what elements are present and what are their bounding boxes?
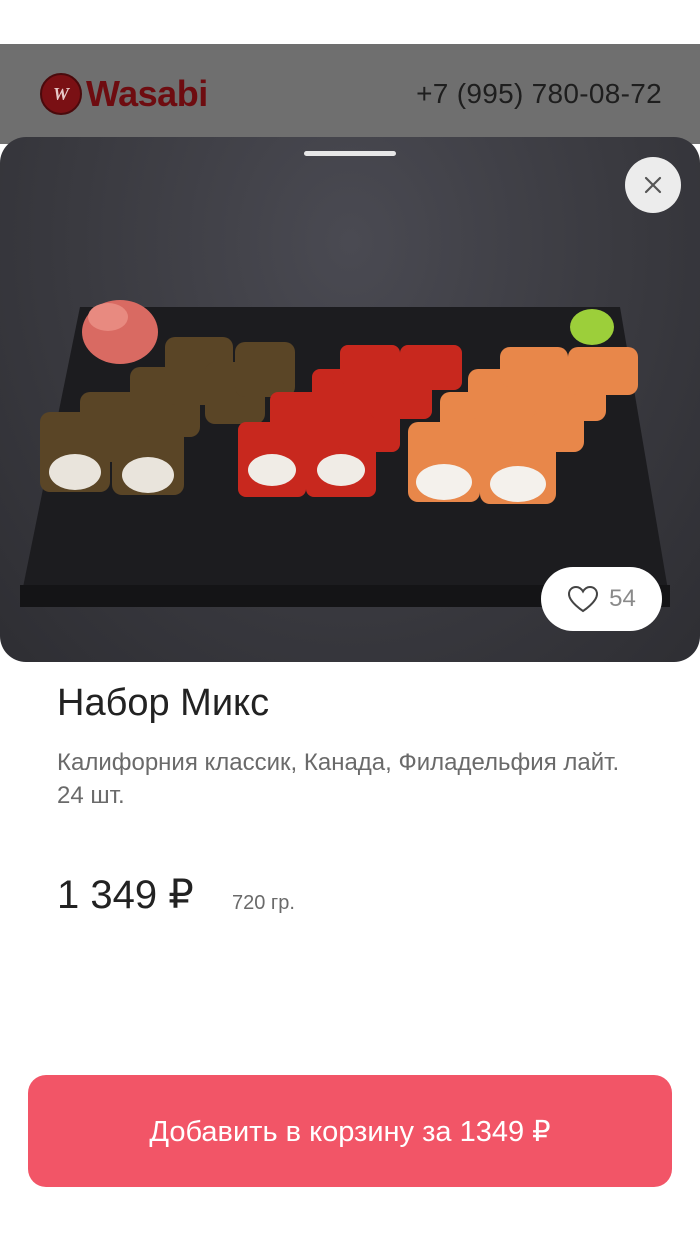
site-header: W Wasabi +7 (995) 780-08-72	[0, 44, 700, 144]
logo-badge-letter: W	[52, 83, 69, 104]
product-title: Набор Микс	[57, 682, 270, 724]
heart-icon	[568, 585, 599, 613]
close-button[interactable]	[625, 157, 681, 213]
sheet-grabber[interactable]	[304, 151, 396, 156]
like-count: 54	[609, 585, 636, 612]
like-button[interactable]: 54	[541, 567, 662, 631]
brand-logo[interactable]: W Wasabi	[40, 73, 208, 115]
close-icon	[644, 176, 662, 194]
logo-badge: W	[40, 73, 82, 115]
logo-text: Wasabi	[86, 73, 208, 114]
product-description: Калифорния классик, Канада, Филадельфия …	[57, 749, 620, 809]
product-price: 1 349 ₽	[57, 873, 194, 917]
status-bar	[0, 0, 700, 44]
product-photo: 54	[0, 137, 700, 662]
add-to-cart-button[interactable]: Добавить в корзину за 1349 ₽	[28, 1075, 672, 1187]
phone-number[interactable]: +7 (995) 780-08-72	[416, 78, 662, 110]
product-sheet-screen: W Wasabi +7 (995) 780-08-72 54 Набор Мик…	[0, 0, 700, 1244]
product-weight: 720 гр.	[232, 892, 295, 914]
